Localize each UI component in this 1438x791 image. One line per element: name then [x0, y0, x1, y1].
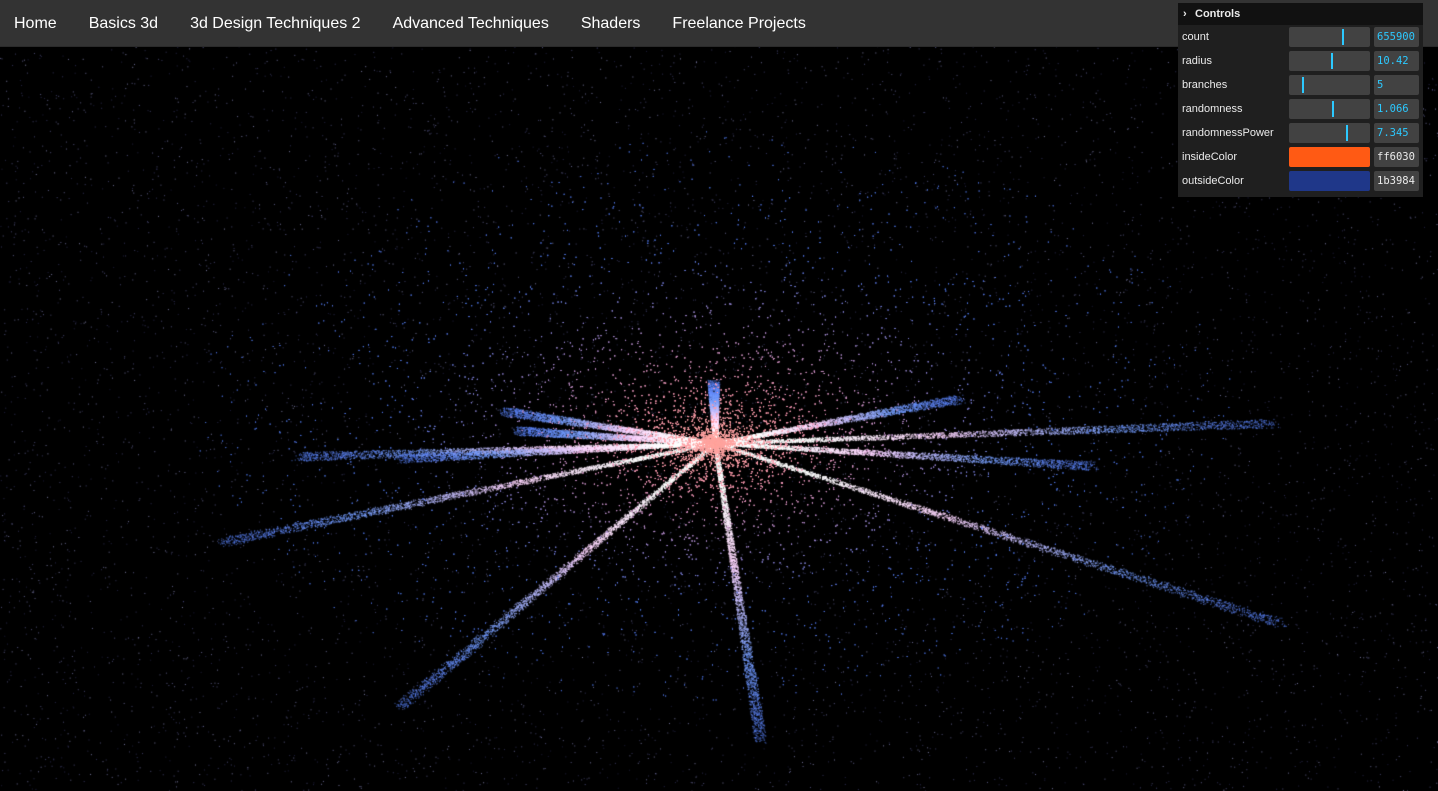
controls-title-bar[interactable]: › Controls [1178, 3, 1423, 25]
chevron-right-icon: › [1183, 8, 1187, 20]
control-row-count: count 655900 [1178, 25, 1423, 49]
randomness-slider[interactable] [1289, 99, 1370, 119]
branches-input[interactable]: 5 [1374, 75, 1419, 95]
control-row-outside-color: outsideColor 1b3984 [1178, 169, 1423, 193]
nav-3d-design-techniques-2[interactable]: 3d Design Techniques 2 [174, 0, 377, 47]
controls-title: Controls [1195, 8, 1241, 20]
nav-freelance-projects[interactable]: Freelance Projects [656, 0, 821, 47]
slider-thumb[interactable] [1341, 29, 1344, 45]
slider-thumb[interactable] [1331, 101, 1334, 117]
randomness-power-slider[interactable] [1289, 123, 1370, 143]
nav-advanced-techniques[interactable]: Advanced Techniques [377, 0, 565, 47]
slider-thumb[interactable] [1301, 77, 1304, 93]
nav-home[interactable]: Home [0, 0, 73, 47]
inside-color-hex-input[interactable]: ff6030 [1374, 147, 1419, 167]
randomness-power-input[interactable]: 7.345 [1374, 123, 1419, 143]
control-row-radius: radius 10.42 [1178, 49, 1423, 73]
control-label-outside-color: outsideColor [1182, 175, 1244, 187]
radius-input[interactable]: 10.42 [1374, 51, 1419, 71]
nav-basics-3d[interactable]: Basics 3d [73, 0, 174, 47]
control-label-count: count [1182, 31, 1209, 43]
outside-color-swatch[interactable] [1289, 171, 1370, 191]
count-slider[interactable] [1289, 27, 1370, 47]
control-label-radius: radius [1182, 55, 1212, 67]
control-label-branches: branches [1182, 79, 1228, 91]
radius-slider[interactable] [1289, 51, 1370, 71]
outside-color-hex-input[interactable]: 1b3984 [1374, 171, 1419, 191]
count-input[interactable]: 655900 [1374, 27, 1419, 47]
slider-thumb[interactable] [1345, 125, 1348, 141]
control-row-branches: branches 5 [1178, 73, 1423, 97]
branches-slider[interactable] [1289, 75, 1370, 95]
control-row-randomness: randomness 1.066 [1178, 97, 1423, 121]
control-label-inside-color: insideColor [1182, 151, 1238, 163]
slider-thumb[interactable] [1331, 53, 1334, 69]
inside-color-swatch[interactable] [1289, 147, 1370, 167]
nav-shaders[interactable]: Shaders [565, 0, 657, 47]
controls-panel: › Controls count 655900 radius 10.42 bra… [1178, 3, 1423, 197]
control-label-randomness-power: randomnessPower [1182, 127, 1274, 139]
control-label-randomness: randomness [1182, 103, 1243, 115]
control-row-inside-color: insideColor ff6030 [1178, 145, 1423, 169]
control-row-randomness-power: randomnessPower 7.345 [1178, 121, 1423, 145]
randomness-input[interactable]: 1.066 [1374, 99, 1419, 119]
